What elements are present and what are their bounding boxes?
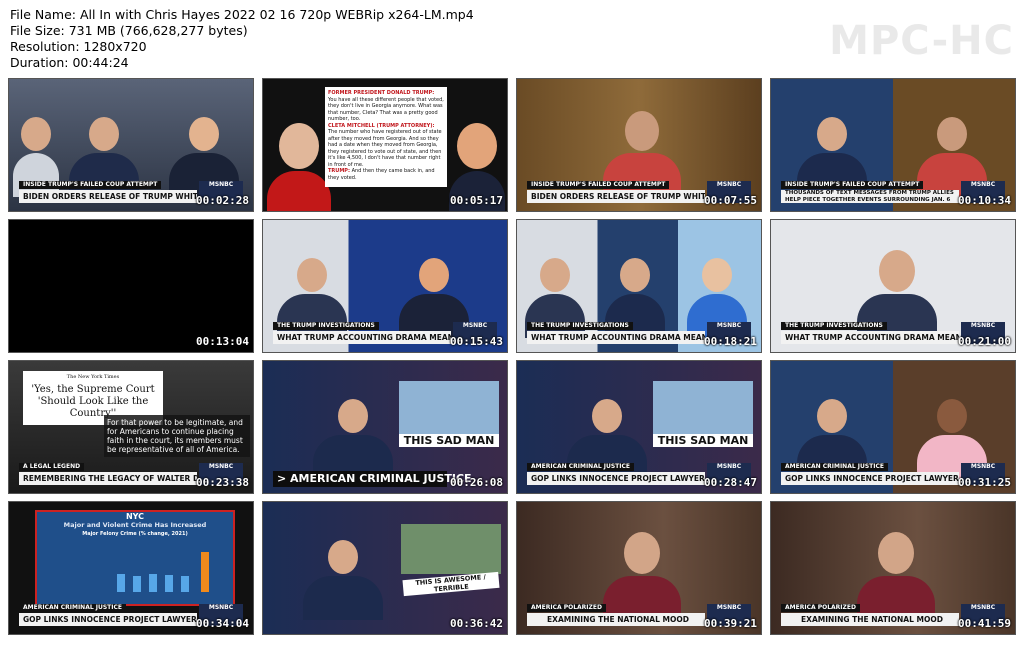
- headline-text: THOUSANDS OF TEXT MESSAGES FROM TRUMP AL…: [781, 190, 959, 203]
- speaker-label-1: FORMER PRESIDENT DONALD TRUMP:: [328, 90, 435, 96]
- headline-text: WHAT TRUMP ACCOUNTING DRAMA MEANS FOR HI…: [273, 331, 451, 344]
- segment-tag: AMERICAN CRIMINAL JUSTICE: [527, 463, 635, 471]
- graphic-sad-man: THIS SAD MAN: [399, 381, 499, 447]
- quote-text-1: You have all these different people that…: [328, 96, 444, 123]
- timestamp: 00:10:34: [958, 194, 1011, 207]
- segment-tag: A LEGAL LEGEND: [19, 463, 85, 471]
- file-size-text: File Size: 731 MB (766,628,277 bytes): [10, 23, 248, 38]
- timestamp: 00:34:04: [196, 617, 249, 630]
- thumbnail-9[interactable]: The New York Times 'Yes, the Supreme Cou…: [8, 360, 254, 494]
- chart-bar: [133, 576, 141, 592]
- segment-tag: AMERICAN CRIMINAL JUSTICE: [19, 604, 127, 612]
- headline-text: BIDEN ORDERS RELEASE OF TRUMP WHITE HOUS…: [19, 190, 197, 203]
- transcript-quote: FORMER PRESIDENT DONALD TRUMP: You have …: [325, 87, 447, 187]
- thumbnail-10[interactable]: THIS SAD MAN > AMERICAN CRIMINAL JUSTICE…: [262, 360, 508, 494]
- headline-text: REMEMBERING THE LEGACY OF WALTER DELLING…: [19, 472, 197, 485]
- thumbnail-15[interactable]: AMERICA POLARIZED EXAMINING THE NATIONAL…: [516, 501, 762, 635]
- segment-tag: AMERICA POLARIZED: [527, 604, 606, 612]
- quote-text-2: The number who have registered out of st…: [328, 129, 442, 168]
- headline-text: BIDEN ORDERS RELEASE OF TRUMP WHITE HOUS…: [527, 190, 705, 203]
- chart-subtitle: Major Felony Crime (% change, 2021): [82, 531, 188, 537]
- file-name-text: File Name: All In with Chris Hayes 2022 …: [10, 7, 474, 22]
- duration-text: Duration: 00:44:24: [10, 55, 129, 70]
- timestamp: 00:28:47: [704, 476, 757, 489]
- thumbnail-11[interactable]: THIS SAD MAN AMERICAN CRIMINAL JUSTICE G…: [516, 360, 762, 494]
- headline-text: GOP LINKS INNOCENCE PROJECT LAWYER TO RI…: [527, 472, 705, 485]
- timestamp: 00:21:00: [958, 335, 1011, 348]
- video-inset: [401, 524, 501, 574]
- thumbnail-5[interactable]: 00:13:04: [8, 219, 254, 353]
- segment-tag: AMERICA POLARIZED: [781, 604, 860, 612]
- timestamp: 00:31:25: [958, 476, 1011, 489]
- thumbnail-8[interactable]: THE TRUMP INVESTIGATIONS WHAT TRUMP ACCO…: [770, 219, 1016, 353]
- segment-tag: THE TRUMP INVESTIGATIONS: [781, 322, 887, 330]
- thumbnail-16[interactable]: AMERICA POLARIZED EXAMINING THE NATIONAL…: [770, 501, 1016, 635]
- timestamp: 00:26:08: [450, 476, 503, 489]
- thumbnail-7[interactable]: THE TRUMP INVESTIGATIONS WHAT TRUMP ACCO…: [516, 219, 762, 353]
- mpc-hc-logo: MPC-HC: [829, 18, 1014, 64]
- headline-text: GOP LINKS INNOCENCE PROJECT LAWYER TO RI…: [781, 472, 959, 485]
- thumbnail-grid: INSIDE TRUMP'S FAILED COUP ATTEMPT BIDEN…: [8, 78, 1016, 635]
- timestamp: 00:36:42: [450, 617, 503, 630]
- thumbnail-4[interactable]: INSIDE TRUMP'S FAILED COUP ATTEMPT THOUS…: [770, 78, 1016, 212]
- timestamp: 00:41:59: [958, 617, 1011, 630]
- thumbnail-3[interactable]: INSIDE TRUMP'S FAILED COUP ATTEMPT BIDEN…: [516, 78, 762, 212]
- thumbnail-1[interactable]: INSIDE TRUMP'S FAILED COUP ATTEMPT BIDEN…: [8, 78, 254, 212]
- segment-tag: THE TRUMP INVESTIGATIONS: [527, 322, 633, 330]
- timestamp: 00:02:28: [196, 194, 249, 207]
- timestamp: 00:13:04: [196, 335, 249, 348]
- timestamp: 00:15:43: [450, 335, 503, 348]
- chart-bar: [117, 574, 125, 592]
- big-headline-bar: > AMERICAN CRIMINAL JUSTICE: [273, 471, 472, 487]
- resolution-text: Resolution: 1280x720: [10, 39, 147, 54]
- segment-tag: AMERICAN CRIMINAL JUSTICE: [781, 463, 889, 471]
- thumbnail-6[interactable]: THE TRUMP INVESTIGATIONS WHAT TRUMP ACCO…: [262, 219, 508, 353]
- graphic-sad-man: THIS SAD MAN: [653, 381, 753, 447]
- speaker-label-2: CLETA MITCHELL (TRUMP ATTORNEY):: [328, 122, 435, 129]
- segment-tag: THE TRUMP INVESTIGATIONS: [273, 322, 379, 330]
- thumbnail-12[interactable]: AMERICAN CRIMINAL JUSTICE GOP LINKS INNO…: [770, 360, 1016, 494]
- chart-bar: [181, 576, 189, 592]
- chart-bar: [149, 574, 157, 592]
- sad-man-caption: THIS SAD MAN: [399, 434, 499, 447]
- segment-tag: INSIDE TRUMP'S FAILED COUP ATTEMPT: [527, 181, 670, 189]
- chart-title: Major and Violent Crime Has Increased: [63, 521, 207, 529]
- chart-bar: [201, 552, 209, 592]
- headline-text: EXAMINING THE NATIONAL MOOD: [527, 613, 705, 626]
- newspaper-masthead: The New York Times: [66, 374, 120, 380]
- crime-chart-graphic: NYC Major and Violent Crime Has Increase…: [35, 510, 235, 606]
- headline-text: WHAT TRUMP ACCOUNTING DRAMA MEANS FOR HI…: [527, 331, 705, 344]
- speaker-label-3: TRUMP:: [328, 168, 350, 174]
- file-info-panel: File Name: All In with Chris Hayes 2022 …: [10, 7, 474, 71]
- sad-man-caption: THIS SAD MAN: [653, 434, 753, 447]
- pull-quote: For that power to be legitimate, and for…: [104, 415, 250, 457]
- headline-text: WHAT TRUMP ACCOUNTING DRAMA MEANS FOR HI…: [781, 331, 959, 344]
- nyc-label: NYC: [125, 512, 145, 521]
- thumbnail-2[interactable]: FORMER PRESIDENT DONALD TRUMP: You have …: [262, 78, 508, 212]
- thumbnail-14[interactable]: THIS IS AWESOME / TERRIBLE 00:36:42: [262, 501, 508, 635]
- timestamp: 00:05:17: [450, 194, 503, 207]
- thumbnail-13[interactable]: NYC Major and Violent Crime Has Increase…: [8, 501, 254, 635]
- timestamp: 00:18:21: [704, 335, 757, 348]
- segment-tag: INSIDE TRUMP'S FAILED COUP ATTEMPT: [781, 181, 924, 189]
- segment-tag: INSIDE TRUMP'S FAILED COUP ATTEMPT: [19, 181, 162, 189]
- timestamp: 00:39:21: [704, 617, 757, 630]
- headline-text: GOP LINKS INNOCENCE PROJECT LAWYER TO RI…: [19, 613, 197, 626]
- timestamp: 00:07:55: [704, 194, 757, 207]
- headline-text: EXAMINING THE NATIONAL MOOD: [781, 613, 959, 626]
- timestamp: 00:23:38: [196, 476, 249, 489]
- chart-bar: [165, 575, 173, 592]
